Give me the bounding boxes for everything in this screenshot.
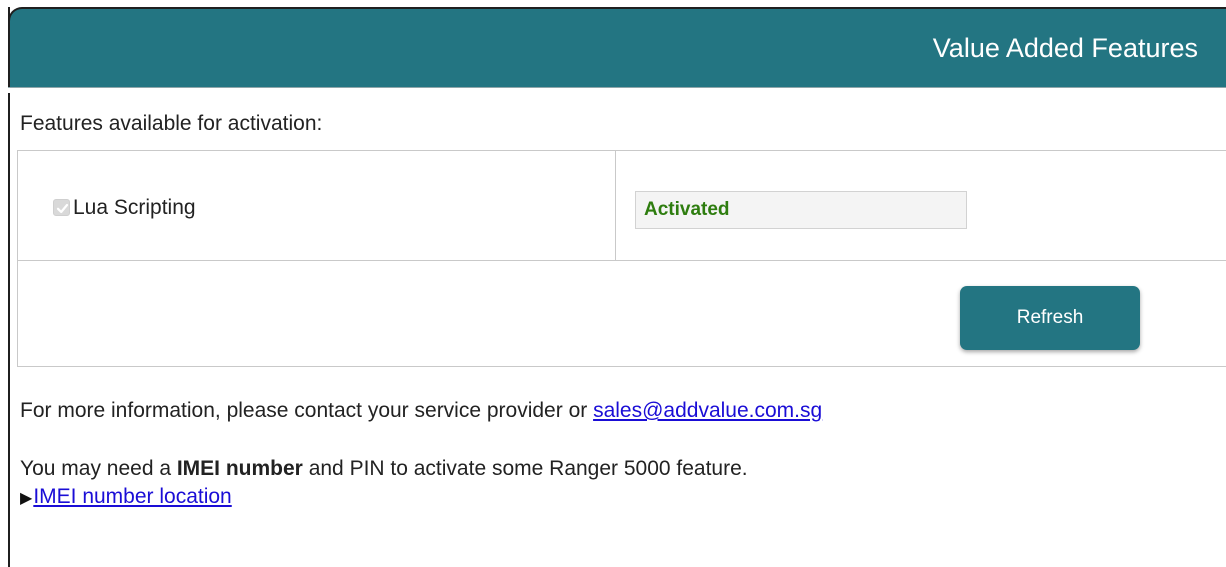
imei-info-suffix: and PIN to activate some Ranger 5000 fea… [302,457,748,480]
refresh-button[interactable]: Refresh [960,286,1140,350]
imei-info-text: You may need a IMEI number and PIN to ac… [20,456,748,482]
imei-location-row: ▶IMEI number location [20,484,232,512]
features-table: Lua Scripting Activated Refresh [17,150,1226,367]
panel-header: Value Added Features [8,7,1226,87]
imei-info-prefix: You may need a [20,457,177,480]
imei-number-bold: IMEI number [176,457,303,480]
header-divider [8,87,1226,93]
contact-info-text: For more information, please contact you… [20,398,822,424]
lua-scripting-status-field: Activated [635,191,967,229]
lua-scripting-checkbox[interactable] [53,199,70,216]
lua-scripting-label: Lua Scripting [73,196,196,219]
features-section-label: Features available for activation: [20,112,323,135]
triangle-right-icon: ▶ [20,490,33,507]
contact-info-prefix: For more information, please contact you… [20,399,594,422]
column-divider [615,151,616,260]
row-divider [18,260,1226,261]
imei-location-link[interactable]: IMEI number location [33,485,231,508]
sales-email-link[interactable]: sales@addvalue.com.sg [593,399,822,422]
page-title: Value Added Features [932,33,1198,63]
checkmark-icon [56,203,69,214]
